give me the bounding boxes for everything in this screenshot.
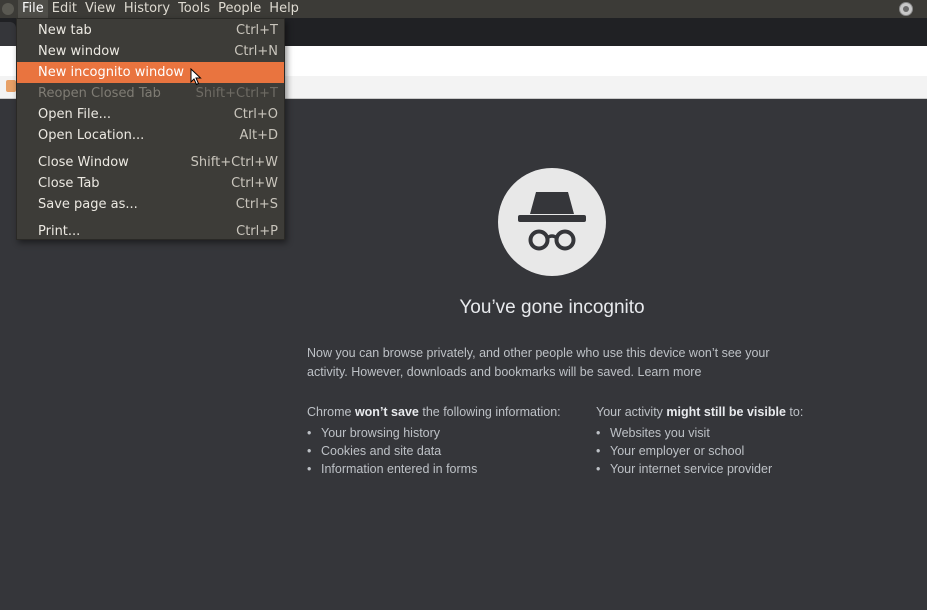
system-menu-icon[interactable]	[2, 3, 14, 15]
might-visible-heading: Your activity might still be visible to:	[596, 405, 804, 419]
mouse-cursor-icon	[190, 68, 202, 86]
menu-view[interactable]: View	[81, 0, 120, 18]
file-menu-dropdown: New tab Ctrl+T New window Ctrl+N New inc…	[16, 18, 285, 240]
list-item: Your employer or school	[596, 442, 916, 460]
menu-bar: File Edit View History Tools People Help	[0, 0, 927, 18]
menu-item-reopen-closed-tab: Reopen Closed Tab Shift+Ctrl+T	[38, 86, 278, 101]
list-item: Your internet service provider	[596, 460, 916, 478]
incognito-description: Now you can browse privately, and other …	[307, 344, 797, 382]
menu-edit[interactable]: Edit	[48, 0, 81, 18]
menu-history[interactable]: History	[120, 0, 174, 18]
menu-item-save-page-as[interactable]: Save page as... Ctrl+S	[17, 194, 284, 215]
list-item: Cookies and site data	[307, 442, 597, 460]
menu-help[interactable]: Help	[265, 0, 303, 18]
list-item: Websites you visit	[596, 424, 916, 442]
menu-item-new-window[interactable]: New window Ctrl+N	[17, 41, 284, 62]
menu-tools[interactable]: Tools	[174, 0, 214, 18]
chrome-tray-icon[interactable]	[899, 2, 913, 16]
wont-save-heading: Chrome won’t save the following informat…	[307, 405, 561, 419]
menu-item-close-tab[interactable]: Close Tab Ctrl+W	[17, 173, 284, 194]
menu-item-open-location[interactable]: Open Location... Alt+D	[17, 125, 284, 146]
incognito-heading: You’ve gone incognito	[459, 297, 645, 318]
menu-item-open-file[interactable]: Open File... Ctrl+O	[17, 104, 284, 125]
menu-item-new-incognito-window[interactable]: New incognito window	[17, 62, 284, 83]
incognito-icon	[498, 168, 606, 276]
list-item: Your browsing history	[307, 424, 597, 442]
learn-more-link[interactable]: Learn more	[638, 365, 702, 379]
menu-people[interactable]: People	[214, 0, 265, 18]
browser-tab[interactable]	[0, 22, 16, 46]
menu-file[interactable]: File	[18, 0, 48, 18]
menu-item-print[interactable]: Print... Ctrl+P	[17, 221, 284, 242]
bookmark-icon[interactable]	[6, 80, 16, 92]
menu-item-new-tab[interactable]: New tab Ctrl+T	[17, 20, 284, 41]
might-visible-column: Your activity might still be visible to:…	[596, 403, 916, 478]
menu-item-close-window[interactable]: Close Window Shift+Ctrl+W	[17, 152, 284, 173]
list-item: Information entered in forms	[307, 460, 597, 478]
wont-save-column: Chrome won’t save the following informat…	[307, 403, 597, 478]
